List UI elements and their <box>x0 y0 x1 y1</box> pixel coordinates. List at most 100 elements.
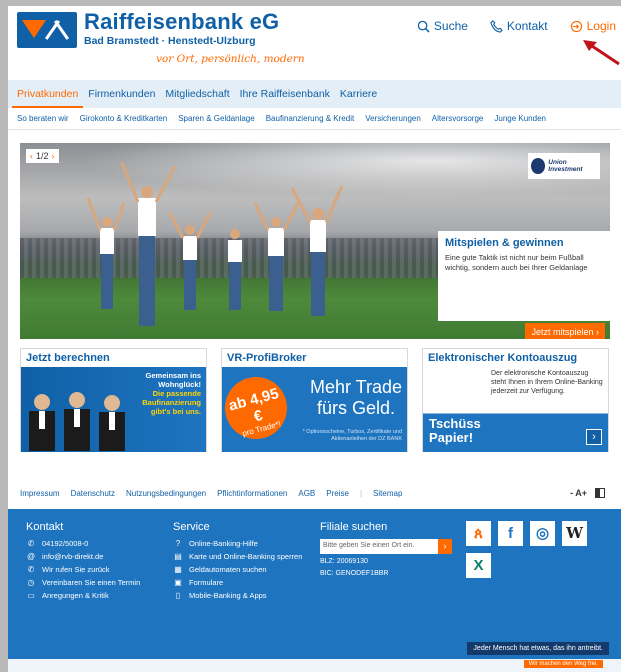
card-icon: ▤ <box>174 552 182 561</box>
divider: | <box>359 488 363 498</box>
contrast-toggle-icon[interactable] <box>595 488 605 498</box>
pointer-arrow-icon <box>583 40 620 66</box>
instagram-icon[interactable]: ◎ <box>530 521 555 546</box>
login-label: Login <box>586 19 616 33</box>
subnav-item[interactable]: Junge Kunden <box>494 108 546 129</box>
sub-nav: So beraten wir Girokonto & Kreditkarten … <box>8 108 621 130</box>
footer-link[interactable]: Nutzungsbedingungen <box>126 489 206 498</box>
footer-link[interactable]: AGB <box>298 489 315 498</box>
xing-icon[interactable]: X <box>466 553 491 578</box>
bank-subtitle: Bad Bramstedt · Henstedt-Ulzburg <box>84 35 256 47</box>
branch-search-button[interactable]: › <box>438 539 452 554</box>
hero-banner[interactable]: ‹ 1/2 › Union Investment Mitspielen & ge… <box>20 143 610 339</box>
service-item[interactable]: ▣ Formulare <box>173 578 313 588</box>
footer-heading: Service <box>173 521 210 533</box>
service-item[interactable]: ▯ Mobile-Banking & Apps <box>173 591 313 601</box>
tile-2-footnote: * Optionsscheine, Turbos, Zertifikate un… <box>302 429 402 442</box>
footer-heading: Kontakt <box>26 521 64 533</box>
contact-label: Kontakt <box>506 19 548 33</box>
chat-icon: ▭ <box>27 591 35 600</box>
phone-icon: ✆ <box>27 539 35 548</box>
footer: Kontakt ✆ 04192/5008-0 @ info@rvb-direkt.d… <box>8 509 621 659</box>
footer-link[interactable]: Pflichtinformationen <box>217 489 287 498</box>
tab-ihre-raiffeisenbank[interactable]: Ihre Raiffeisenbank <box>235 80 335 108</box>
promo-button[interactable]: Jetzt mitspielen › <box>525 323 605 339</box>
bank-slogan: vor Ort, persönlich, modern <box>156 53 305 65</box>
service-item[interactable]: ▦ Geldautomaten suchen <box>173 565 313 575</box>
bank-name: Raiffeisenbank eG <box>84 9 280 34</box>
tile-1-text: Gemeinsam ins Wohnglück! Die passende Ba… <box>142 371 201 416</box>
search-icon <box>417 20 430 33</box>
contact-link[interactable]: Kontakt <box>490 19 548 33</box>
chevron-right-icon[interactable]: › <box>586 429 602 445</box>
facebook-icon[interactable]: f <box>498 521 523 546</box>
subnav-item[interactable]: So beraten wir <box>17 108 69 129</box>
main-nav: Privatkunden Firmenkunden Mitgliedschaft… <box>8 80 621 108</box>
subnav-item[interactable]: Versicherungen <box>365 108 421 129</box>
mobile-icon: ▯ <box>175 591 181 600</box>
group-icon[interactable]: ጰ <box>466 521 491 546</box>
hero-image-fans <box>86 162 344 326</box>
bottom-bar: Wir machen den Weg frei. <box>8 659 621 672</box>
service-item[interactable]: ▤ Karte und Online-Banking sperren <box>173 552 313 562</box>
contact-feedback[interactable]: ▭ Anregungen & Kritik <box>26 591 166 601</box>
tile-jetzt-berechnen[interactable]: Jetzt berechnen Gemeinsam ins Wohnglück!… <box>20 348 207 452</box>
subnav-item[interactable]: Baufinanzierung & Kredit <box>266 108 355 129</box>
tile-kontoauszug[interactable]: Elektronischer Kontoauszug Der elektroni… <box>422 348 609 452</box>
subnav-item[interactable]: Girokonto & Kreditkarten <box>80 108 168 129</box>
atm-icon: ▦ <box>174 565 182 574</box>
footer-tagline: Jeder Mensch hat etwas, das ihn antreibt… <box>467 642 609 655</box>
pager-count: 1/2 <box>36 151 49 161</box>
phone-icon: ✆ <box>27 565 35 574</box>
search-link[interactable]: Suche <box>417 19 468 33</box>
footer-link[interactable]: Sitemap <box>373 489 402 498</box>
wikipedia-icon[interactable]: W <box>562 521 587 546</box>
footer-heading: Filiale suchen <box>320 521 388 533</box>
tab-mitgliedschaft[interactable]: Mitgliedschaft <box>160 80 234 108</box>
prev-slide-icon[interactable]: ‹ <box>30 151 33 161</box>
promo-text: Eine gute Taktik ist nicht nur beim Fußb… <box>445 253 588 272</box>
contact-phone[interactable]: ✆ 04192/5008-0 <box>26 539 166 549</box>
logo[interactable] <box>17 12 77 48</box>
tile-title: Elektronischer Kontoauszug <box>428 352 578 364</box>
clock-icon: ◷ <box>27 578 35 587</box>
footer-link[interactable]: Preise <box>326 489 349 498</box>
tile-title: VR-ProfiBroker <box>227 352 307 364</box>
footer-service: Service ? Online-Banking-Hilfe ▤ Karte und… <box>173 521 313 604</box>
document-icon: ▣ <box>174 578 182 587</box>
subnav-item[interactable]: Sparen & Geldanlage <box>178 108 255 129</box>
login-link[interactable]: Login <box>570 19 616 33</box>
tab-firmenkunden[interactable]: Firmenkunden <box>83 80 160 108</box>
tab-privatkunden[interactable]: Privatkunden <box>12 80 84 108</box>
contact-appointment[interactable]: ◷ Vereinbaren Sie einen Termin <box>26 578 166 588</box>
bic: BIC: GENODEF1BBR <box>320 570 389 577</box>
service-item[interactable]: ? Online-Banking-Hilfe <box>173 539 313 549</box>
tile-title: Jetzt berechnen <box>26 352 110 364</box>
contact-email[interactable]: @ info@rvb-direkt.de <box>26 552 166 562</box>
tile-3-headline: Tschüss Papier! <box>429 416 481 445</box>
tile-vr-profibroker[interactable]: VR-ProfiBroker ab 4,95 € pro Trade*! Meh… <box>218 348 408 452</box>
footer-links: Impressum Datenschutz Nutzungsbedingunge… <box>20 484 610 502</box>
tab-karriere[interactable]: Karriere <box>335 80 382 108</box>
footer-branch: Filiale suchen Bitte geben Sie einen Ort… <box>320 521 455 578</box>
footer-contact: Kontakt ✆ 04192/5008-0 @ info@rvb-direkt.d… <box>26 521 166 604</box>
hero-promo: Mitspielen & gewinnen Eine gute Taktik i… <box>438 231 610 339</box>
search-label: Suche <box>433 19 468 33</box>
price-badge: ab 4,95 € pro Trade*! <box>218 370 294 446</box>
bottom-tag: Wir machen den Weg frei. <box>523 660 603 668</box>
tile-3-text: Der elektronische Kontoauszug steht Ihne… <box>491 370 603 395</box>
next-slide-icon[interactable]: › <box>52 151 55 161</box>
phone-icon <box>490 19 503 33</box>
footer-link[interactable]: Impressum <box>20 489 60 498</box>
footer-link[interactable]: Datenschutz <box>71 489 115 498</box>
contact-callback[interactable]: ✆ Wir rufen Sie zurück <box>26 565 166 575</box>
page: Raiffeisenbank eG Bad Bramstedt · Henste… <box>8 6 621 672</box>
tile-2-headline: Mehr Trade fürs Geld. <box>310 377 403 418</box>
slider-pager[interactable]: ‹ 1/2 › <box>26 149 59 163</box>
font-size-control[interactable]: - A+ <box>570 488 587 498</box>
branch-search-input[interactable]: Bitte geben Sie einen Ort ein. <box>320 539 438 554</box>
union-investment-logo: Union Investment <box>528 153 600 179</box>
subnav-item[interactable]: Altersvorsorge <box>432 108 484 129</box>
blz: BLZ: 20069130 <box>320 558 368 565</box>
login-icon <box>570 20 582 32</box>
